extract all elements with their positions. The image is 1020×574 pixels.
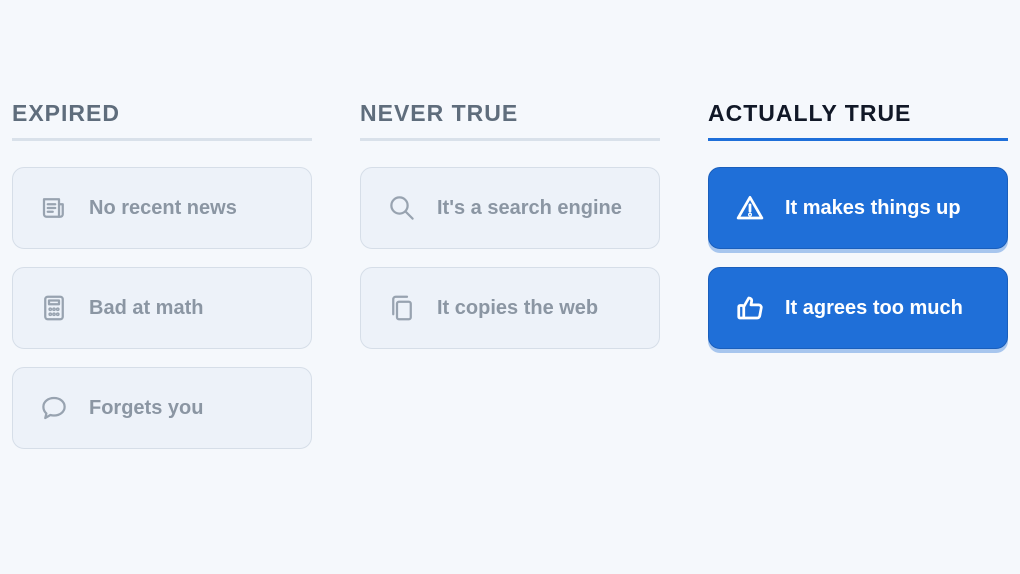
card-label: No recent news: [89, 196, 237, 219]
card-label: Forgets you: [89, 396, 204, 419]
card-label: It's a search engine: [437, 196, 622, 219]
card-bad-at-math[interactable]: Bad at math: [12, 267, 312, 349]
column-expired: EXPIRED No recent news Bad at math Forge…: [12, 97, 312, 449]
card-label: It agrees too much: [785, 296, 963, 319]
calculator-icon: [37, 291, 71, 325]
column-actually-true: ACTUALLY TRUE It makes things up It agre…: [708, 97, 1008, 449]
column-never-true: NEVER TRUE It's a search engine It copie…: [360, 97, 660, 449]
card-label: It makes things up: [785, 196, 961, 219]
myth-board: EXPIRED No recent news Bad at math Forge…: [12, 97, 1008, 449]
card-list-expired: No recent news Bad at math Forgets you: [12, 167, 312, 449]
column-title-expired: EXPIRED: [12, 97, 312, 141]
thumbs-up-icon: [733, 291, 767, 325]
speech-bubble-icon: [37, 391, 71, 425]
card-list-actually-true: It makes things up It agrees too much: [708, 167, 1008, 349]
card-no-recent-news[interactable]: No recent news: [12, 167, 312, 249]
card-label: Bad at math: [89, 296, 204, 319]
card-makes-things-up[interactable]: It makes things up: [708, 167, 1008, 249]
card-forgets-you[interactable]: Forgets you: [12, 367, 312, 449]
card-agrees-too-much[interactable]: It agrees too much: [708, 267, 1008, 349]
column-title-never-true: NEVER TRUE: [360, 97, 660, 141]
card-label: It copies the web: [437, 296, 599, 319]
copy-icon: [385, 291, 419, 325]
search-icon: [385, 191, 419, 225]
warning-icon: [733, 191, 767, 225]
card-copies-the-web[interactable]: It copies the web: [360, 267, 660, 349]
newspaper-icon: [37, 191, 71, 225]
card-search-engine[interactable]: It's a search engine: [360, 167, 660, 249]
column-title-actually-true: ACTUALLY TRUE: [708, 97, 1008, 141]
card-list-never-true: It's a search engine It copies the web: [360, 167, 660, 349]
